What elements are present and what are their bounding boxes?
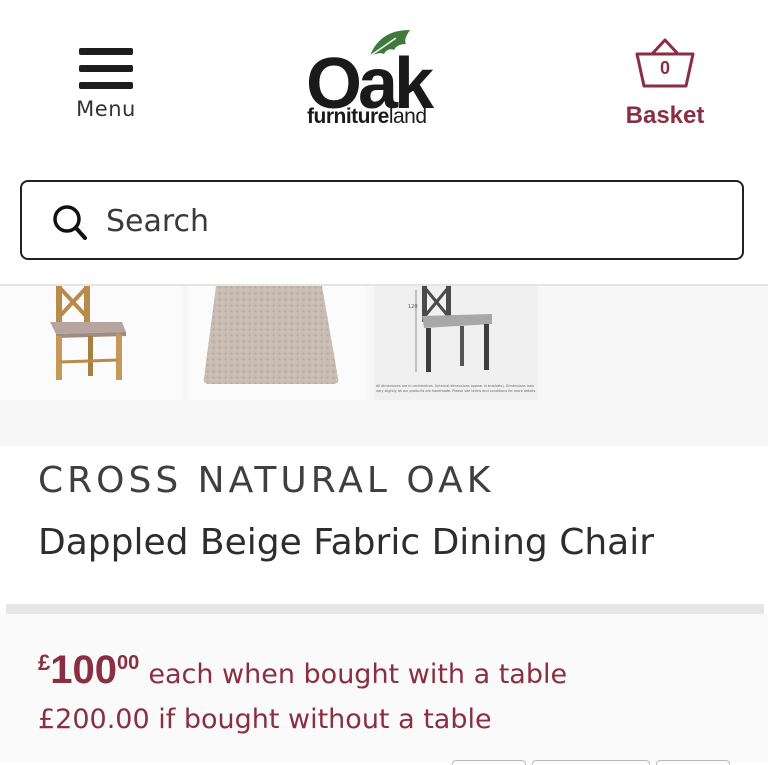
search-icon[interactable] [52,204,88,242]
price-whole: 100 [50,648,117,692]
product-image-gallery: 120 All dimensions are in centimetres. (… [0,286,768,406]
basket-label: Basket [625,102,705,129]
search-bar[interactable] [20,180,744,260]
price-qualifier: each when bought with a table [148,659,568,690]
product-range: CROSS NATURAL OAK [38,460,495,501]
search-input[interactable] [104,198,708,244]
price-with-table: £10000 each when bought with a table [38,648,567,693]
menu-button[interactable]: Menu [66,48,146,121]
site-header: Menu Oak furnitureland 0 Basket [0,0,768,180]
price-without-table: £200.00 if bought without a table [38,704,492,735]
svg-text:vary slightly as our products: vary slightly as our products are handma… [376,389,536,393]
basket-count: 0 [659,58,670,78]
menu-label: Menu [76,97,136,121]
gallery-spacer [0,406,768,446]
section-separator [6,604,764,614]
basket-button[interactable]: 0 Basket [612,36,718,130]
product-name: Dappled Beige Fabric Dining Chair [38,522,655,563]
dimension-note: All dimensions are in centimetres. (Inte… [376,384,534,388]
gallery-thumbnail-fabric[interactable] [188,286,366,400]
product-title-card: CROSS NATURAL OAK Dappled Beige Fabric D… [0,446,768,604]
gallery-thumbnail-chair[interactable] [0,286,182,400]
basket-icon: 0 [634,36,696,92]
price-currency: £ [38,650,51,675]
price-card: £10000 each when bought with a table £20… [0,614,768,765]
svg-text:120: 120 [408,304,418,310]
price-cents: 00 [117,652,140,674]
site-logo[interactable]: Oak furnitureland [304,26,466,136]
hamburger-icon [79,48,133,89]
logo-subtitle: furnitureland [307,105,427,128]
gallery-empty-slot [546,286,768,400]
gallery-thumbnail-dimensions[interactable]: 120 All dimensions are in centimetres. (… [374,286,538,400]
